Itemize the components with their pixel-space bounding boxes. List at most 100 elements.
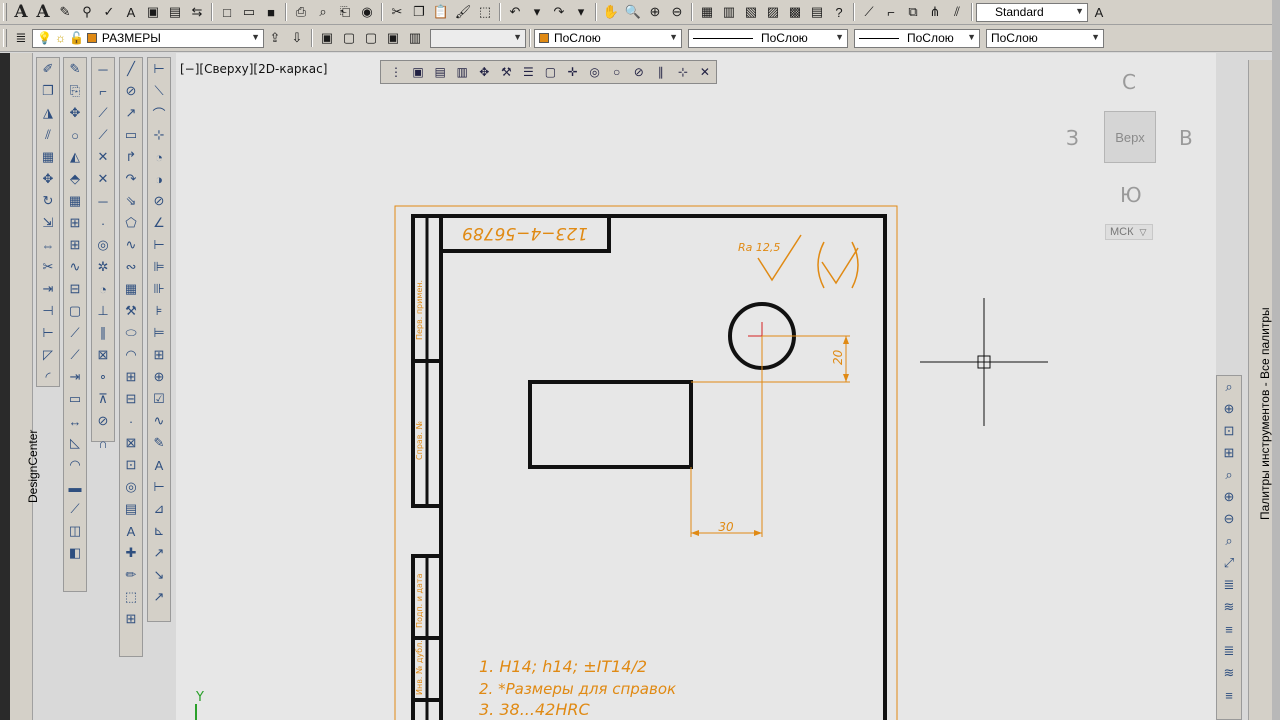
- mirror-icon[interactable]: ⋔: [925, 2, 945, 22]
- region-icon[interactable]: ▭: [64, 388, 86, 410]
- coordinate-icon[interactable]: ⊹: [673, 62, 693, 82]
- compass-icon[interactable]: ⊘: [629, 62, 649, 82]
- wipeout-icon[interactable]: ◠: [64, 454, 86, 476]
- view-icon-2[interactable]: ▢: [339, 28, 359, 48]
- rotate-circle-icon[interactable]: ○: [64, 124, 86, 146]
- array-icon[interactable]: ▦: [37, 146, 59, 168]
- ordinate-dim-icon[interactable]: ⊹: [148, 124, 170, 146]
- copy-object-icon[interactable]: ⧉: [903, 2, 923, 22]
- rectangle-feature[interactable]: [528, 380, 693, 469]
- zoom-minus-icon[interactable]: ⊖: [1217, 508, 1241, 530]
- zoom-object-icon[interactable]: ⌕: [1217, 464, 1241, 486]
- paste-icon[interactable]: 📋: [431, 2, 451, 22]
- snap-settings-icon[interactable]: ∩: [92, 432, 114, 454]
- block-icon[interactable]: ◫: [64, 520, 86, 542]
- 3d-dwf-icon[interactable]: ◉: [357, 2, 377, 22]
- perpendicular-icon[interactable]: ⊥: [92, 300, 114, 322]
- viewport-scale-select[interactable]: ▼: [430, 28, 526, 48]
- spline-icon[interactable]: ∿: [64, 256, 86, 278]
- rectangle-icon[interactable]: ▭: [120, 124, 142, 146]
- toolbar-grip[interactable]: [3, 3, 7, 21]
- layer-manager-icon[interactable]: ≣: [11, 28, 31, 48]
- dim-edit-icon[interactable]: ✎: [148, 432, 170, 454]
- viewcube-ucs-menu[interactable]: МСК ▽: [1105, 224, 1153, 240]
- design-center-icon[interactable]: ▥: [719, 2, 739, 22]
- rotate-icon[interactable]: ↻: [37, 190, 59, 212]
- divide-icon[interactable]: ⟋: [64, 344, 86, 366]
- copy-clip-icon[interactable]: ⎘: [64, 80, 86, 102]
- center-mark-icon[interactable]: ⊕: [148, 366, 170, 388]
- zoom-plus-icon[interactable]: ⊕: [1217, 486, 1241, 508]
- dim-override-icon[interactable]: ⊾: [148, 520, 170, 542]
- new-file-icon[interactable]: □: [217, 2, 237, 22]
- gear-icon[interactable]: ✲: [92, 256, 114, 278]
- node-icon[interactable]: ∘: [92, 366, 114, 388]
- grid-icon[interactable]: ⊞: [120, 608, 142, 630]
- convert-icon[interactable]: ⇆: [187, 2, 207, 22]
- tangent-icon[interactable]: ◔: [92, 278, 114, 300]
- gradient-icon[interactable]: ⚒: [120, 300, 142, 322]
- radius-dim-icon[interactable]: ◔: [148, 146, 170, 168]
- ellipse-icon[interactable]: ⬭: [120, 322, 142, 344]
- measure-icon[interactable]: ⟋: [64, 498, 86, 520]
- insertion-icon[interactable]: ⊠: [92, 344, 114, 366]
- spline-draw-icon[interactable]: ∿: [120, 234, 142, 256]
- dim-style-icon[interactable]: ⊿: [148, 498, 170, 520]
- lengthen-icon[interactable]: ⟋: [64, 322, 86, 344]
- zoom-realtime-icon[interactable]: 🔍: [623, 2, 643, 22]
- linetype-select[interactable]: ПоСлою ▼: [688, 28, 848, 48]
- construction-line-icon[interactable]: ⊘: [120, 80, 142, 102]
- color-select[interactable]: ПоСлою ▼: [534, 28, 682, 48]
- viewcube-west[interactable]: З: [1066, 126, 1079, 150]
- redo-icon[interactable]: ↷: [549, 2, 569, 22]
- viewcube-north[interactable]: С: [1122, 70, 1136, 94]
- boundary-icon[interactable]: ↔: [64, 410, 86, 432]
- insert-icon[interactable]: ◧: [64, 542, 86, 564]
- break-at-icon[interactable]: ⟋: [92, 102, 114, 124]
- save-icon[interactable]: ■: [261, 2, 281, 22]
- region-draw-icon[interactable]: ◎: [120, 476, 142, 498]
- leader-icon[interactable]: ↗: [148, 542, 170, 564]
- pan-view-icon[interactable]: ⤢: [1217, 552, 1241, 574]
- leader-add-icon[interactable]: ↗: [148, 586, 170, 608]
- print-icon[interactable]: ⎙: [291, 2, 311, 22]
- extend-icon[interactable]: ⇥: [37, 278, 59, 300]
- edit-text-icon[interactable]: ✎: [55, 2, 75, 22]
- layer-off-icon[interactable]: ≣: [1217, 640, 1241, 662]
- polyline-icon[interactable]: ↗: [120, 102, 142, 124]
- table-icon[interactable]: ▬: [64, 476, 86, 498]
- tool-palettes-icon[interactable]: ▧: [741, 2, 761, 22]
- polyline-icon[interactable]: ⌐: [881, 2, 901, 22]
- zoom-all-icon[interactable]: ⌕: [1217, 530, 1241, 552]
- add-selected-icon[interactable]: ✚: [120, 542, 142, 564]
- layer-freeze-icon[interactable]: ≡: [1217, 618, 1241, 640]
- layer-states-icon[interactable]: ≣: [1217, 574, 1241, 596]
- quickcalc-icon[interactable]: ▤: [807, 2, 827, 22]
- frame-icon[interactable]: ▢: [540, 62, 560, 82]
- slash-icon[interactable]: ⟋: [92, 124, 114, 146]
- mirror-triangle-icon[interactable]: ◭: [64, 146, 86, 168]
- list-icon[interactable]: ☰: [518, 62, 538, 82]
- close-x-icon[interactable]: ✕: [695, 62, 715, 82]
- zoom-window-icon[interactable]: ⊕: [645, 2, 665, 22]
- layer-walk-icon[interactable]: ≡: [1217, 684, 1241, 706]
- copy-icon[interactable]: ❐: [409, 2, 429, 22]
- open-file-icon[interactable]: ▭: [239, 2, 259, 22]
- zoom-in-icon[interactable]: ⊕: [1217, 398, 1241, 420]
- mtext-icon[interactable]: A: [120, 520, 142, 542]
- properties-icon[interactable]: ▦: [697, 2, 717, 22]
- undo-icon[interactable]: ↶: [505, 2, 525, 22]
- dim-break-icon[interactable]: ⊨: [148, 322, 170, 344]
- plot-icon[interactable]: ▤: [430, 62, 450, 82]
- diameter-dim-icon[interactable]: ⊘: [148, 190, 170, 212]
- publish-icon[interactable]: ⎗: [335, 2, 355, 22]
- stack-icon[interactable]: ⋮: [386, 62, 406, 82]
- 3d-box-icon[interactable]: ⬚: [120, 586, 142, 608]
- array-grid-icon[interactable]: ▦: [64, 190, 86, 212]
- jogged-dim-icon[interactable]: ◑: [148, 168, 170, 190]
- viewcube-top-face[interactable]: Верх: [1104, 111, 1156, 163]
- linear-dim-icon[interactable]: ⊢: [148, 58, 170, 80]
- sheet-set-icon[interactable]: ▨: [763, 2, 783, 22]
- toolbar-grip[interactable]: [3, 29, 7, 47]
- zoom-icon[interactable]: ⌕: [1217, 376, 1241, 398]
